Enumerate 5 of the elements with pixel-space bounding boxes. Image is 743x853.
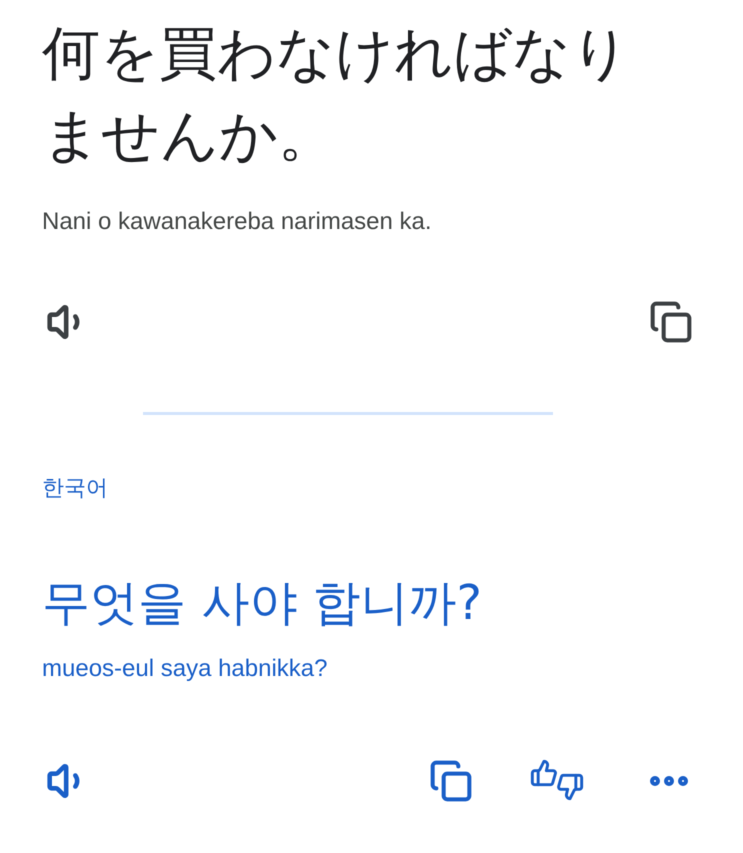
source-text: 何を買わなければなりませんか。 — [42, 18, 631, 171]
target-language: 한국어 — [42, 475, 109, 503]
translation-text: 무엇을 사야 합니까? — [42, 574, 483, 633]
source-romanization: Nani o kawanakereba narimasen ka. — [42, 208, 433, 236]
translation-romanization: mueos-eul saya habnikka? — [42, 655, 329, 683]
